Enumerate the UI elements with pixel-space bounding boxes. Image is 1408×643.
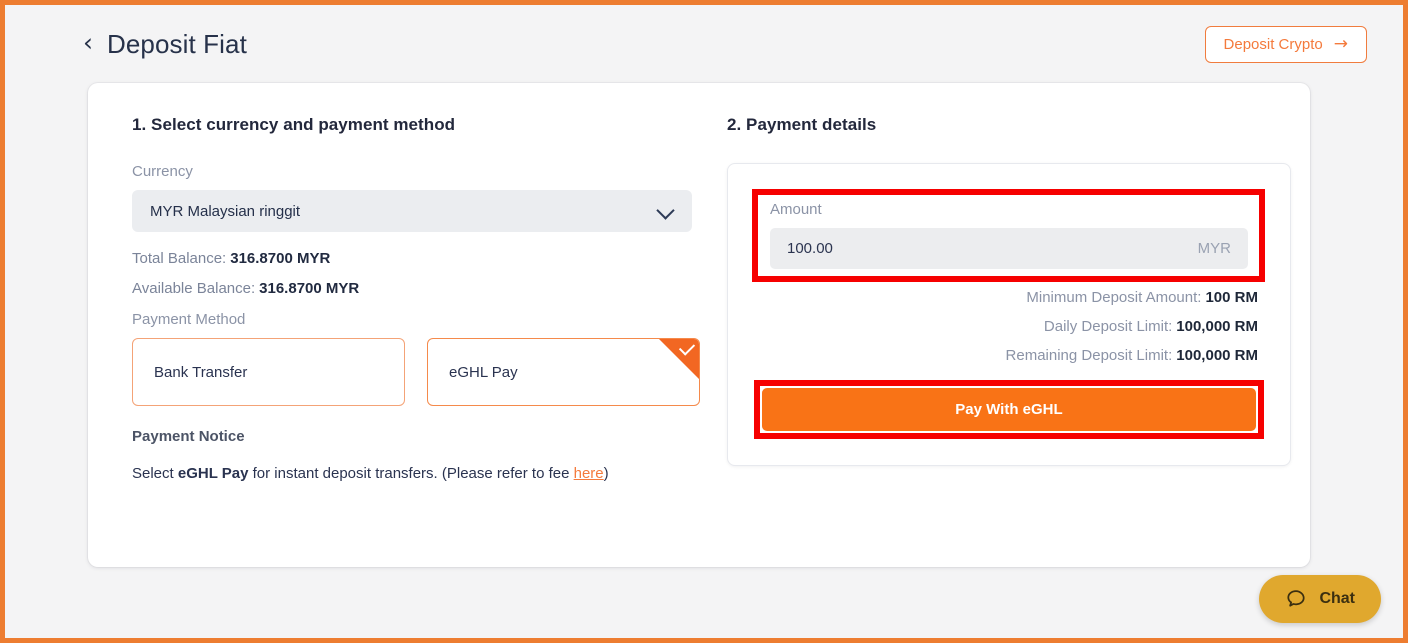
minimum-deposit-label: Minimum Deposit Amount:	[1026, 289, 1202, 306]
minimum-deposit-value: 100 RM	[1205, 289, 1258, 306]
chat-button[interactable]: Chat	[1259, 575, 1381, 623]
step-1-title: 1. Select currency and payment method	[132, 115, 456, 134]
payment-method-label: Payment Method	[132, 311, 246, 328]
back-chevron-icon[interactable]: ‹	[83, 30, 93, 55]
column-payment-details: 2. Payment details Amount MYR Minimum De…	[700, 115, 1291, 482]
payment-method-eghl-pay[interactable]: eGHL Pay	[427, 338, 700, 406]
page-title: Deposit Fiat	[107, 28, 247, 59]
minimum-deposit-row: Minimum Deposit Amount: 100 RM	[754, 289, 1258, 306]
amount-input[interactable]	[787, 240, 1198, 257]
daily-deposit-limit-value: 100,000 RM	[1176, 318, 1258, 335]
deposit-crypto-label: Deposit Crypto	[1223, 35, 1323, 53]
card-columns: 1. Select currency and payment method Cu…	[88, 83, 1310, 482]
total-balance-row: Total Balance: 316.8700 MYR	[132, 250, 700, 267]
remaining-deposit-limit-label: Remaining Deposit Limit:	[1005, 347, 1173, 364]
notice-suffix: )	[603, 465, 609, 482]
payment-method-options: Bank Transfer eGHL Pay	[132, 338, 700, 406]
column-currency-and-method: 1. Select currency and payment method Cu…	[132, 115, 700, 482]
notice-bold-term: eGHL Pay	[177, 465, 249, 482]
amount-label: Amount	[770, 201, 822, 218]
notice-middle: for instant deposit transfers. (Please r…	[248, 465, 574, 482]
daily-deposit-limit-label: Daily Deposit Limit:	[1043, 318, 1173, 335]
speech-bubble-icon	[1287, 590, 1306, 607]
page-header: ‹ Deposit Fiat Deposit Crypto →	[5, 5, 1403, 83]
payment-method-eghl-pay-label: eGHL Pay	[449, 363, 518, 381]
amount-currency-suffix: MYR	[1197, 240, 1231, 257]
app-screen: ‹ Deposit Fiat Deposit Crypto → 1. Selec…	[0, 0, 1408, 643]
remaining-deposit-limit-value: 100,000 RM	[1176, 347, 1258, 364]
amount-input-wrapper[interactable]: MYR	[770, 228, 1248, 269]
deposit-crypto-button[interactable]: Deposit Crypto →	[1204, 25, 1367, 63]
chat-label: Chat	[1319, 590, 1355, 607]
payment-notice-title: Payment Notice	[132, 428, 245, 445]
currency-selected-value: MYR Malaysian ringgit	[150, 202, 301, 220]
currency-label: Currency	[132, 163, 193, 180]
chevron-down-icon	[658, 203, 674, 219]
arrow-right-icon: →	[1333, 33, 1348, 54]
step-2-title: 2. Payment details	[727, 115, 877, 134]
pay-with-eghl-button[interactable]: Pay With eGHL	[762, 388, 1256, 431]
payment-method-bank-transfer[interactable]: Bank Transfer	[132, 338, 405, 406]
daily-deposit-limit-row: Daily Deposit Limit: 100,000 RM	[754, 318, 1258, 335]
total-balance-label: Total Balance:	[132, 250, 227, 267]
currency-select[interactable]: MYR Malaysian ringgit	[132, 190, 692, 232]
remaining-deposit-limit-row: Remaining Deposit Limit: 100,000 RM	[754, 347, 1258, 364]
deposit-limits: Minimum Deposit Amount: 100 RM Daily Depo…	[754, 289, 1264, 364]
available-balance-value: 316.8700 MYR	[259, 280, 360, 297]
payment-details-card: Amount MYR Minimum Deposit Amount:100 RM…	[727, 163, 1291, 466]
available-balance-label: Available Balance:	[132, 280, 256, 297]
fee-here-link[interactable]: here	[574, 465, 604, 482]
payment-method-bank-transfer-label: Bank Transfer	[154, 363, 248, 381]
pay-button-wrapper: Pay With eGHL	[754, 380, 1264, 439]
available-balance-row: Available Balance: 316.8700 MYR	[132, 280, 700, 297]
deposit-card: 1. Select currency and payment method Cu…	[88, 83, 1310, 567]
notice-prefix: Select	[132, 465, 178, 482]
total-balance-value: 316.8700 MYR	[230, 250, 331, 267]
payment-notice-text: Select eGHL Pay for instant deposit tran…	[132, 465, 700, 482]
